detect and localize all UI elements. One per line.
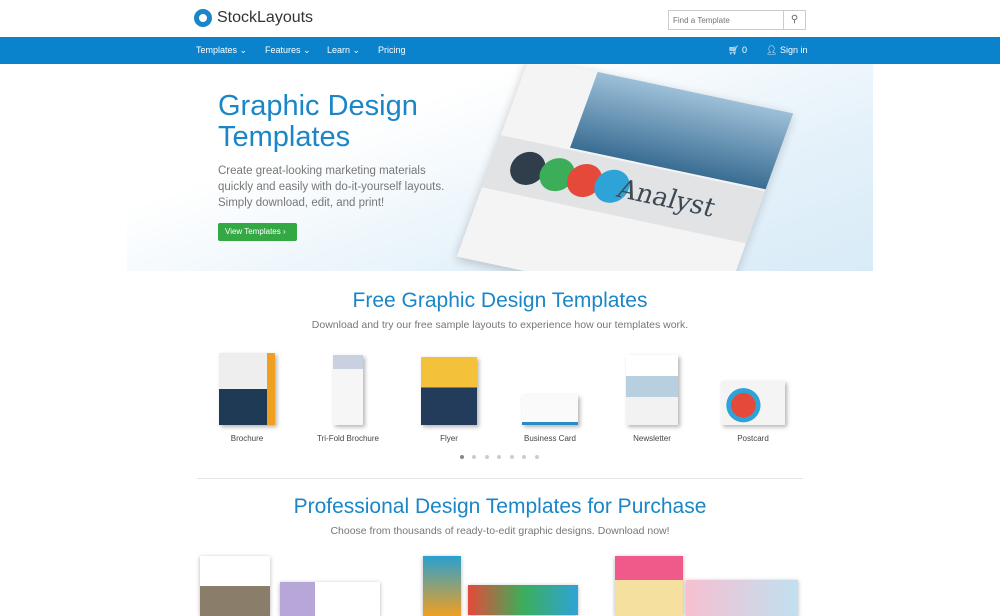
cart-count: 0 <box>741 45 747 55</box>
purchase-image-brochure[interactable] <box>200 556 270 616</box>
free-template-newsletter[interactable]: Newsletter <box>602 350 702 443</box>
free-section-subtitle: Download and try our free sample layouts… <box>311 319 689 331</box>
purchase-image-flyer[interactable] <box>423 556 461 616</box>
view-templates-button[interactable]: View Templates › <box>218 223 297 241</box>
brand-name: StockLayouts <box>217 9 314 26</box>
nav-pricing[interactable]: Pricing <box>378 37 406 64</box>
free-template-business-card[interactable]: Business Card <box>500 350 600 443</box>
purchase-image-newsletter[interactable] <box>615 556 683 616</box>
purchase-image-brochure-spread[interactable] <box>280 582 380 616</box>
section-divider <box>197 478 803 479</box>
search-input[interactable] <box>669 11 783 29</box>
purchase-section-title: Professional Design Templates for Purcha… <box>293 495 707 518</box>
purchase-section-subtitle: Choose from thousands of ready-to-edit g… <box>330 525 670 537</box>
cart-icon: 🛒︎ <box>728 45 740 55</box>
main-nav: Templates ⌄ Features ⌄ Learn ⌄ Pricing 🛒… <box>0 37 1000 64</box>
logo[interactable]: StockLayouts <box>194 9 313 27</box>
free-section-title: Free Graphic Design Templates <box>352 289 648 312</box>
sign-in-link[interactable]: 👤︎ Sign in <box>766 37 807 64</box>
nav-features[interactable]: Features ⌄ <box>265 37 311 64</box>
search-icon: ⚲ <box>790 14 799 25</box>
carousel-dot[interactable] <box>497 455 501 459</box>
carousel-dot[interactable] <box>472 455 476 459</box>
search-box: ⚲ <box>668 10 806 30</box>
free-template-postcard[interactable]: Postcard <box>703 350 803 443</box>
carousel-dot[interactable] <box>522 455 526 459</box>
nav-templates[interactable]: Templates ⌄ <box>196 37 247 64</box>
carousel-dot[interactable] <box>510 455 514 459</box>
user-icon: 👤︎ <box>766 45 778 55</box>
purchase-image-banner[interactable] <box>468 585 578 615</box>
cart-button[interactable]: 🛒︎ 0 <box>728 37 747 64</box>
free-template-flyer[interactable]: Flyer <box>399 350 499 443</box>
free-template-brochure[interactable]: Brochure <box>197 350 297 443</box>
search-button[interactable]: ⚲ <box>783 11 805 29</box>
hero-document-image: Analyst <box>456 64 794 271</box>
hero-title: Graphic Design Templates <box>218 90 418 153</box>
free-template-trifold[interactable]: Tri-Fold Brochure <box>298 350 398 443</box>
carousel-dot[interactable] <box>535 455 539 459</box>
sign-in-label: Sign in <box>779 45 808 55</box>
nav-learn[interactable]: Learn ⌄ <box>327 37 360 64</box>
carousel-dot[interactable] <box>485 455 489 459</box>
carousel-dot[interactable] <box>460 455 464 459</box>
logo-icon <box>194 9 212 27</box>
hero-description: Create great-looking marketing materials… <box>218 165 445 209</box>
purchase-image-newsletter-spread[interactable] <box>686 580 798 616</box>
